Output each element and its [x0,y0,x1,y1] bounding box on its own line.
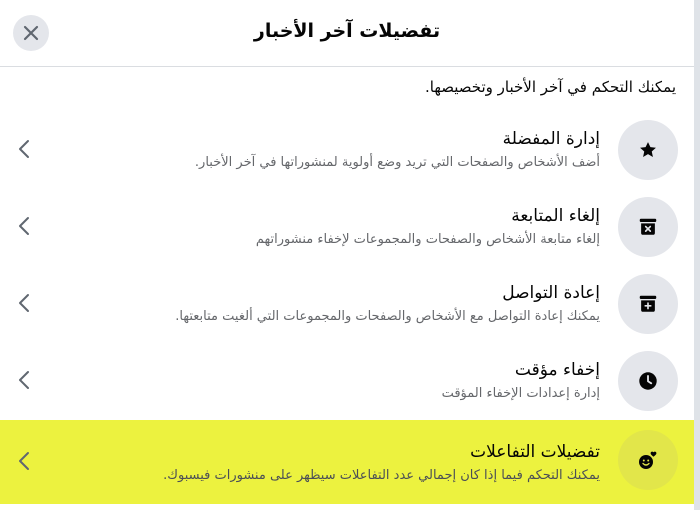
dialog-intro-text: يمكنك التحكم في آخر الأخبار وتخصيصها. [425,78,676,96]
box-remove-icon [639,218,657,235]
unfollow-item[interactable]: إلغاء المتابعة إلغاء متابعة الأشخاص والص… [0,189,694,266]
close-icon [23,25,39,41]
row-title: إلغاء المتابعة [511,206,600,226]
preferences-list: إدارة المفضلة أضف الأشخاص والصفحات التي … [0,112,694,504]
dialog-header: تفضيلات آخر الأخبار [0,0,694,67]
row-title: تفضيلات التفاعلات [470,442,600,462]
chevron-left-icon [19,140,29,158]
chevron-left-icon [19,294,29,312]
row-title: إخفاء مؤقت [514,360,600,380]
row-description: أضف الأشخاص والصفحات التي تريد وضع أولوي… [194,155,600,170]
star-icon-circle [618,120,678,180]
close-button[interactable] [13,15,49,51]
box-remove-icon-circle [618,197,678,257]
reactions-icon-circle [618,430,678,490]
box-add-icon-circle [618,274,678,334]
news-feed-preferences-dialog: تفضيلات آخر الأخبار يمكنك التحكم في آخر … [0,0,694,510]
reaction-preferences-item[interactable]: تفضيلات التفاعلات يمكنك التحكم فيما إذا … [0,420,694,504]
dialog-title: تفضيلات آخر الأخبار [253,20,441,42]
star-icon [640,142,656,157]
reconnect-item[interactable]: إعادة التواصل يمكنك إعادة التواصل مع الأ… [0,266,694,343]
clock-icon-circle [618,351,678,411]
reactions-icon [639,451,657,469]
chevron-left-icon [19,371,29,389]
clock-icon [639,372,657,390]
manage-favorites-item[interactable]: إدارة المفضلة أضف الأشخاص والصفحات التي … [0,112,694,189]
chevron-left-icon [19,217,29,235]
box-add-icon [639,295,657,312]
row-title: إدارة المفضلة [502,129,600,149]
chevron-left-icon [19,452,29,470]
row-description: إلغاء متابعة الأشخاص والصفحات والمجموعات… [255,232,600,247]
row-description: إدارة إعدادات الإخفاء المؤقت [441,386,600,401]
row-title: إعادة التواصل [502,283,600,303]
row-description: يمكنك إعادة التواصل مع الأشخاص والصفحات … [175,309,600,324]
snooze-item[interactable]: إخفاء مؤقت إدارة إعدادات الإخفاء المؤقت [0,343,694,420]
row-description: يمكنك التحكم فيما إذا كان إجمالي عدد الت… [163,468,600,483]
